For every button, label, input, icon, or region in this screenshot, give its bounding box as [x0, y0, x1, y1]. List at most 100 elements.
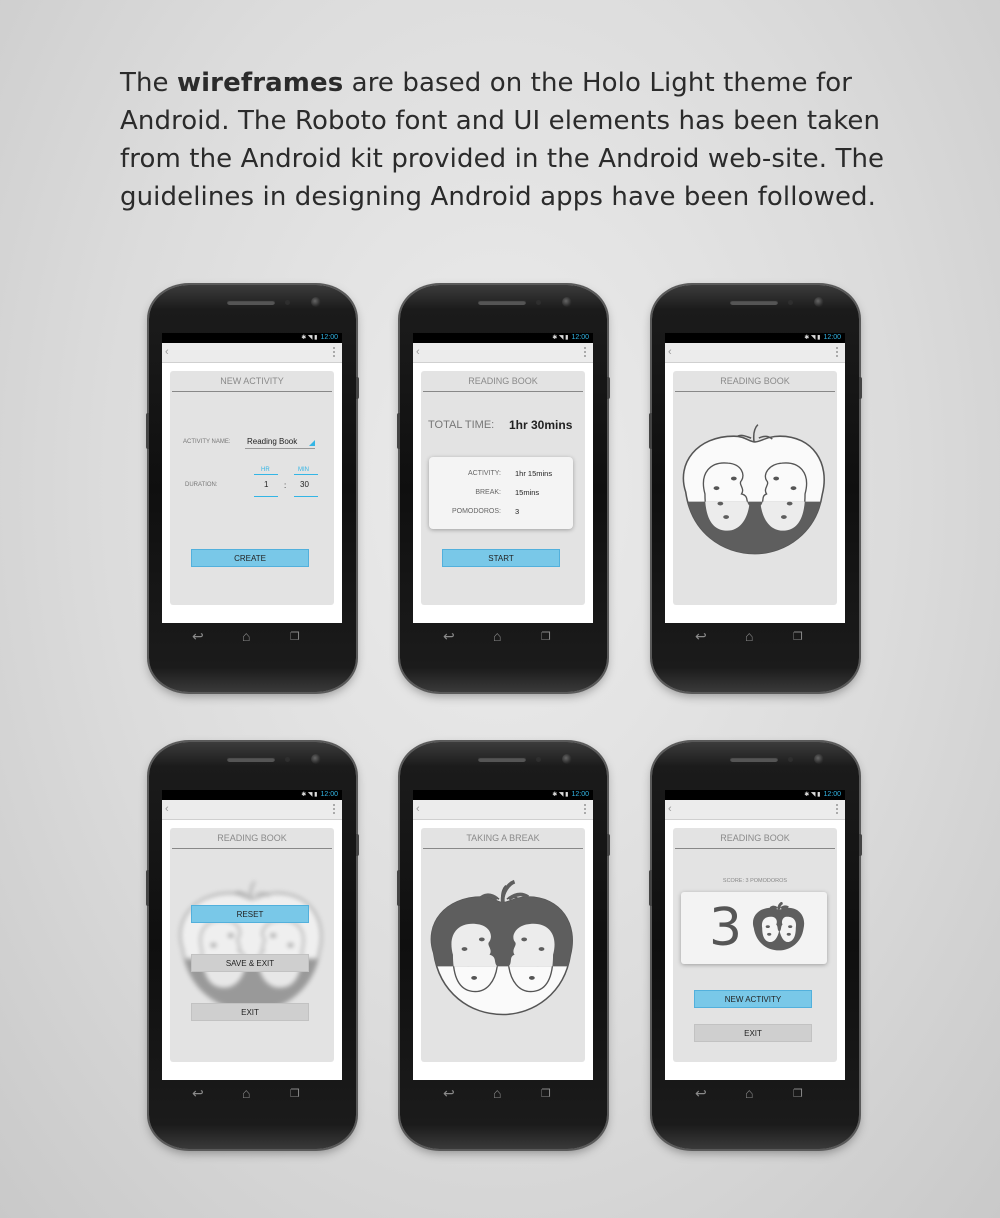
duration-label: DURATION: [185, 482, 218, 488]
signal-icons: ✱ ◥ ▮ [804, 792, 821, 798]
nav-back-icon[interactable]: ↩ [192, 1086, 204, 1100]
exit-button[interactable]: EXIT [694, 1024, 812, 1042]
back-chevron-icon[interactable]: ‹ [668, 803, 672, 815]
back-chevron-icon[interactable]: ‹ [416, 346, 420, 358]
front-camera-icon [814, 297, 824, 307]
reset-button[interactable]: RESET [191, 905, 309, 923]
score-digit: 3 [709, 898, 743, 958]
nav-bar: ↩ ⌂ ❐ [413, 1084, 593, 1104]
tomato-break-icon [430, 879, 573, 1016]
nav-recent-icon[interactable]: ❐ [541, 630, 551, 644]
break-label: BREAK: [475, 489, 501, 496]
overflow-menu-icon[interactable] [584, 347, 587, 358]
phone-timer: ✱ ◥ ▮ 12:00 ‹ READING BOOK ↩ ⌂ ❐ [649, 285, 862, 692]
status-bar: ✱ ◥ ▮ 12:00 [413, 790, 593, 800]
nav-recent-icon[interactable]: ❐ [793, 1087, 803, 1101]
break-card: TAKING A BREAK [421, 828, 585, 1062]
front-camera-icon [562, 297, 572, 307]
activity-label: ACTIVITY: [467, 470, 501, 477]
nav-recent-icon[interactable]: ❐ [290, 1087, 300, 1101]
action-bar: ‹ [413, 343, 593, 363]
signal-icons: ✱ ◥ ▮ [552, 792, 569, 798]
status-bar: ✱ ◥ ▮ 12:00 [665, 790, 845, 800]
new-activity-button[interactable]: NEW ACTIVITY [694, 990, 812, 1008]
screen: ✱ ◥ ▮ 12:00 ‹ READING BOOK [665, 333, 845, 623]
minutes-input[interactable]: 30 [300, 480, 309, 489]
phone-score: ✱ ◥ ▮ 12:00 ‹ READING BOOK SCORE: 3 POMOD… [649, 742, 862, 1149]
min-label: MIN [298, 467, 309, 473]
speaker-grille [478, 757, 526, 762]
nav-home-icon[interactable]: ⌂ [745, 1086, 753, 1100]
save-exit-button[interactable]: SAVE & EXIT [191, 954, 309, 972]
nav-bar: ↩ ⌂ ❐ [413, 627, 593, 647]
nav-back-icon[interactable]: ↩ [443, 1086, 455, 1100]
nav-home-icon[interactable]: ⌂ [493, 629, 501, 643]
signal-icons: ✱ ◥ ▮ [301, 792, 318, 798]
screen: ✱ ◥ ▮ 12:00 ‹ READING BOOK SCORE: 3 POMOD… [665, 790, 845, 1080]
paused-card: READING BOOK RESET SAVE & EXIT EXIT [170, 828, 334, 1062]
activity-name-underline [245, 448, 315, 449]
status-clock: 12:00 [823, 791, 841, 798]
overflow-menu-icon[interactable] [836, 347, 839, 358]
action-bar: ‹ [162, 343, 342, 363]
phone-paused: ✱ ◥ ▮ 12:00 ‹ READING BOOK RESET SAVE & E… [146, 742, 359, 1149]
tomato-timer-icon [682, 423, 825, 555]
back-chevron-icon[interactable]: ‹ [165, 346, 169, 358]
activity-name-input[interactable]: Reading Book [247, 437, 297, 446]
pomodoros-value: 3 [515, 507, 520, 516]
proximity-sensor [285, 757, 290, 762]
form-card: NEW ACTIVITY ACTIVITY NAME: Reading Book… [170, 371, 334, 605]
start-button[interactable]: START [442, 549, 560, 567]
dropdown-corner-icon[interactable] [309, 440, 315, 446]
action-bar: ‹ [665, 800, 845, 820]
hr-bottom-line [254, 496, 278, 497]
nav-back-icon[interactable]: ↩ [443, 629, 455, 643]
nav-recent-icon[interactable]: ❐ [541, 1087, 551, 1101]
phone-break: ✱ ◥ ▮ 12:00 ‹ TAKING A BREAK ↩ ⌂ ❐ [397, 742, 610, 1149]
nav-bar: ↩ ⌂ ❐ [162, 627, 342, 647]
nav-back-icon[interactable]: ↩ [192, 629, 204, 643]
overflow-menu-icon[interactable] [836, 804, 839, 815]
proximity-sensor [536, 757, 541, 762]
nav-home-icon[interactable]: ⌂ [493, 1086, 501, 1100]
signal-icons: ✱ ◥ ▮ [301, 335, 318, 341]
action-bar: ‹ [162, 800, 342, 820]
exit-button[interactable]: EXIT [191, 1003, 309, 1021]
card-title: READING BOOK [675, 371, 835, 392]
speaker-grille [730, 757, 778, 762]
proximity-sensor [536, 300, 541, 305]
pomodoros-label: POMODOROS: [451, 508, 501, 515]
overflow-menu-icon[interactable] [584, 804, 587, 815]
nav-recent-icon[interactable]: ❐ [290, 630, 300, 644]
front-camera-icon [562, 754, 572, 764]
nav-home-icon[interactable]: ⌂ [745, 629, 753, 643]
card-title: READING BOOK [172, 828, 332, 849]
proximity-sensor [285, 300, 290, 305]
overflow-menu-icon[interactable] [333, 804, 336, 815]
nav-home-icon[interactable]: ⌂ [242, 629, 250, 643]
screen: ✱ ◥ ▮ 12:00 ‹ READING BOOK TOTAL TIME: 1h… [413, 333, 593, 623]
nav-recent-icon[interactable]: ❐ [793, 630, 803, 644]
back-chevron-icon[interactable]: ‹ [668, 346, 672, 358]
status-bar: ✱ ◥ ▮ 12:00 [162, 790, 342, 800]
back-chevron-icon[interactable]: ‹ [416, 803, 420, 815]
hours-input[interactable]: 1 [264, 480, 268, 489]
nav-back-icon[interactable]: ↩ [695, 629, 707, 643]
back-chevron-icon[interactable]: ‹ [165, 803, 169, 815]
total-time-value: 1hr 30mins [509, 418, 573, 432]
front-camera-icon [814, 754, 824, 764]
intro-paragraph: The wireframes are based on the Holo Lig… [120, 64, 920, 216]
screen: ✱ ◥ ▮ 12:00 ‹ READING BOOK RESET SAVE & E… [162, 790, 342, 1080]
nav-home-icon[interactable]: ⌂ [242, 1086, 250, 1100]
hr-top-line [254, 474, 278, 475]
status-clock: 12:00 [823, 334, 841, 341]
intro-bold: wireframes [177, 68, 344, 98]
overflow-menu-icon[interactable] [333, 347, 336, 358]
time-separator: : [284, 481, 287, 490]
phone-new-activity: ✱ ◥ ▮ 12:00 ‹ NEW ACTIVITY ACTIVITY NAME:… [146, 285, 359, 692]
create-button[interactable]: CREATE [191, 549, 309, 567]
card-title: NEW ACTIVITY [172, 371, 332, 392]
nav-bar: ↩ ⌂ ❐ [162, 1084, 342, 1104]
nav-back-icon[interactable]: ↩ [695, 1086, 707, 1100]
min-top-line [294, 474, 318, 475]
